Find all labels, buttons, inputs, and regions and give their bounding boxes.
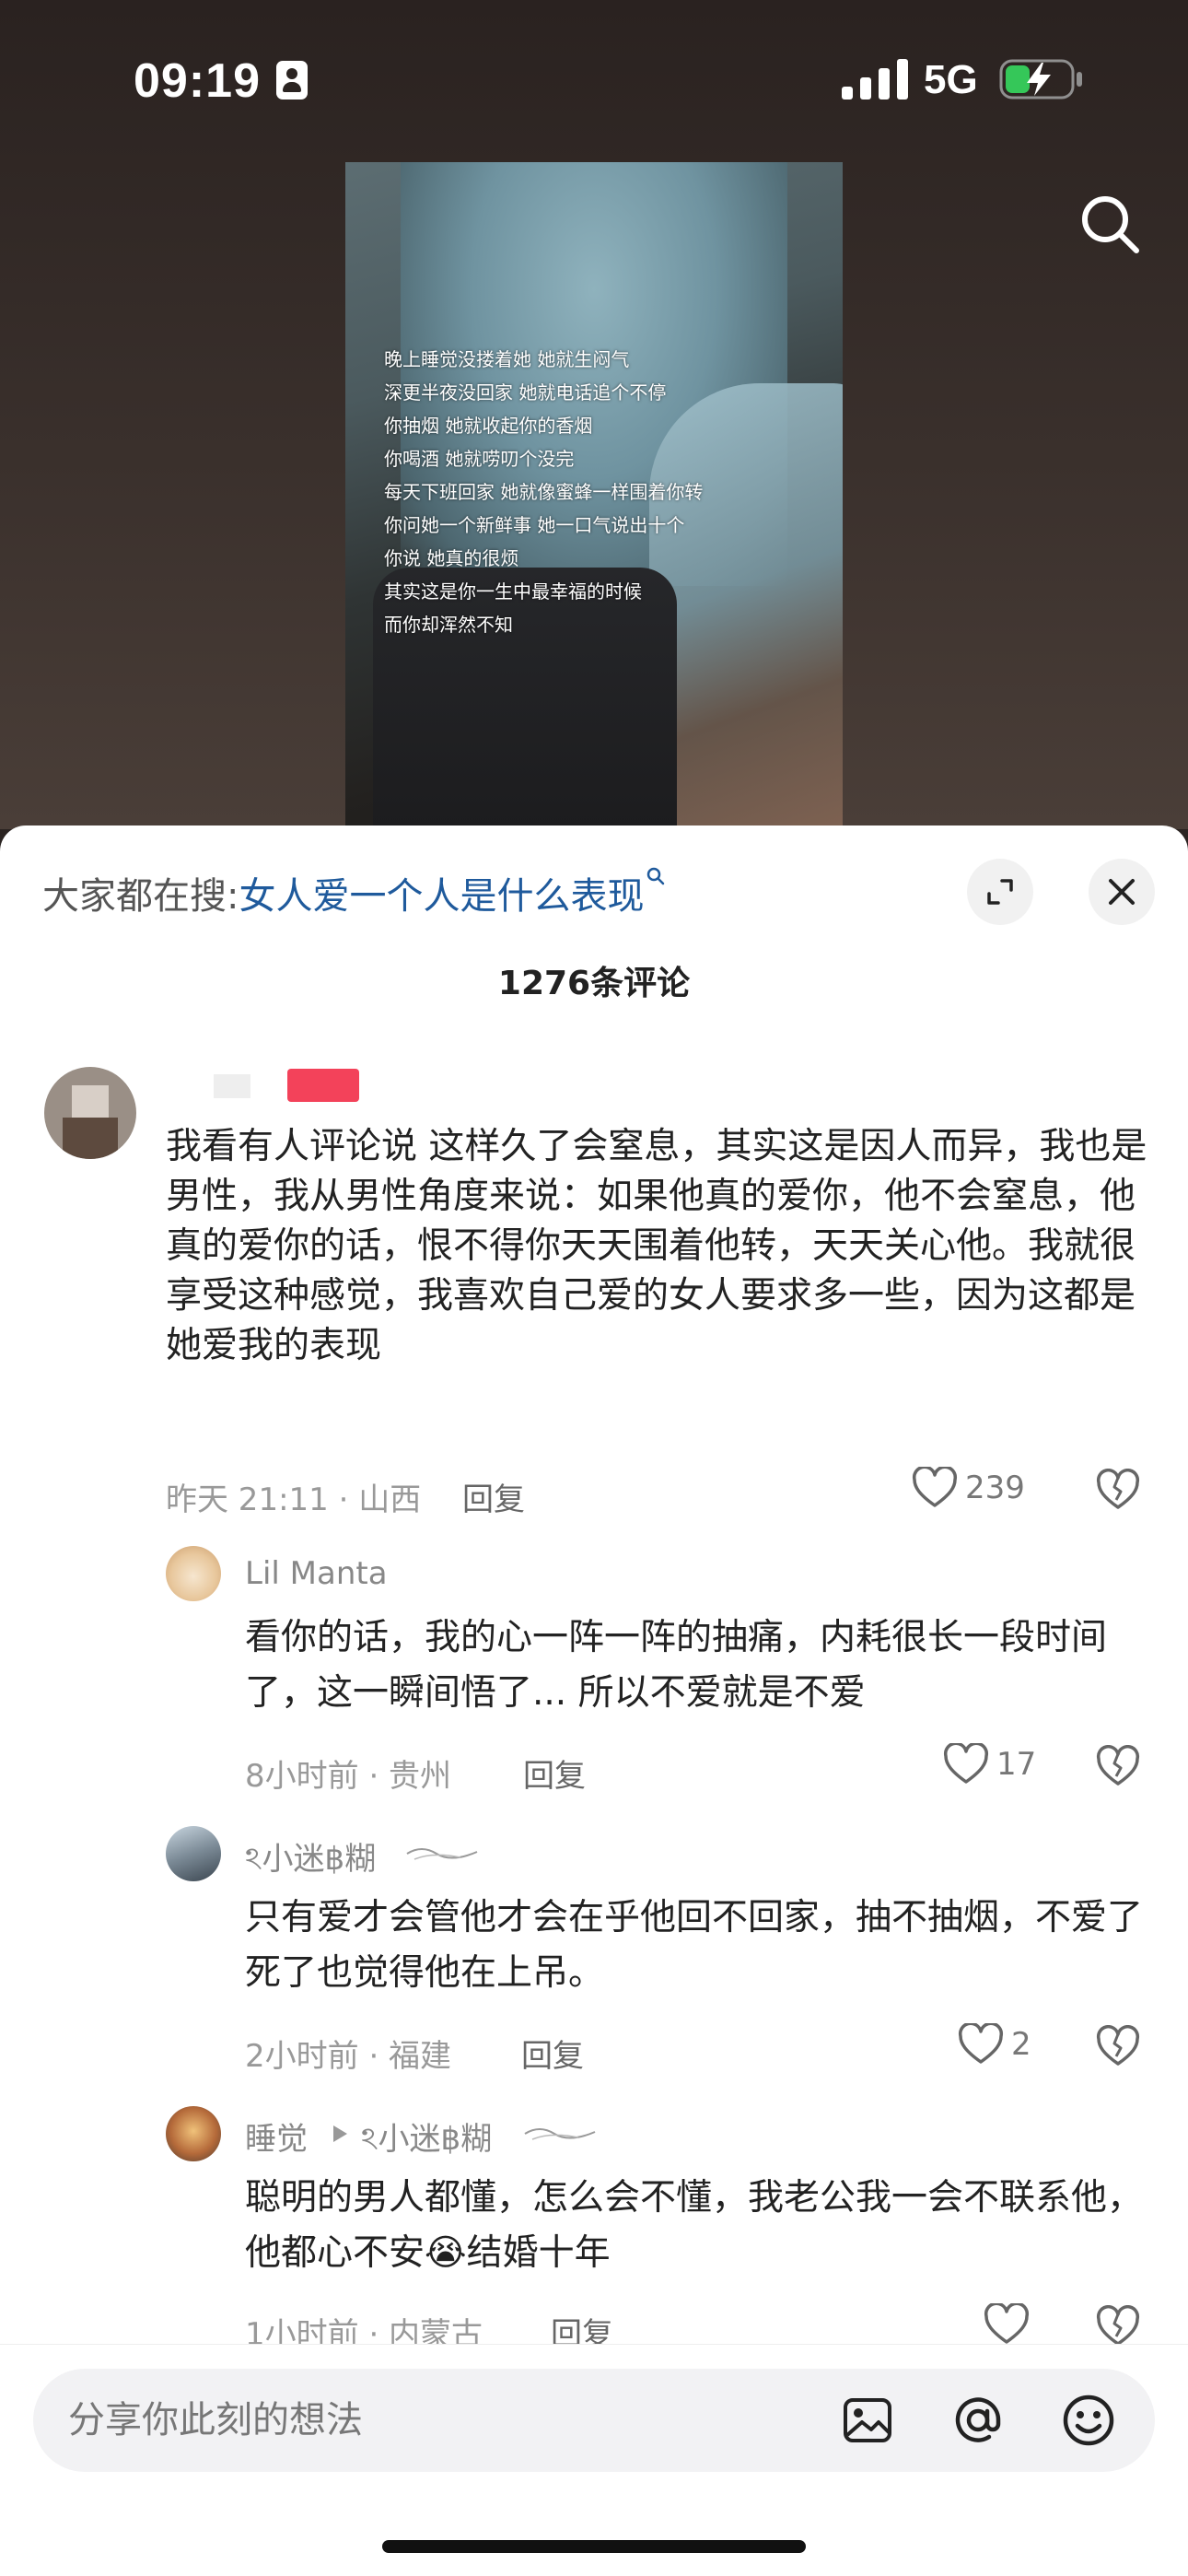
reply-button[interactable]: 回复	[521, 2031, 584, 2076]
small-search-icon	[647, 867, 665, 885]
video-caption-lines: 晚上睡觉没搂着她 她就生闷气 深更半夜没回家 她就电话追个不停 你抽烟 她就收起…	[384, 343, 703, 641]
video-background: 晚上睡觉没搂着她 她就生闷气 深更半夜没回家 她就电话追个不停 你抽烟 她就收起…	[0, 0, 1188, 829]
like-count: 239	[965, 1469, 1025, 1506]
avatar[interactable]	[166, 2106, 221, 2161]
expand-icon	[987, 879, 1013, 905]
caption-line: 你喝酒 她就唠叨个没完	[384, 448, 575, 470]
heart-icon	[984, 2303, 1030, 2344]
search-icon[interactable]	[1077, 192, 1142, 256]
caption-line: 你问她一个新鲜事 她一口气说出十个	[384, 514, 685, 536]
hot-search-prefix: 大家都在搜:	[42, 875, 239, 918]
network-type: 5G	[924, 57, 978, 102]
reply-text[interactable]: 看你的话，我的心一阵一阵的抽痛，内耗很长一段时间了，这一瞬间悟了... 所以不爱…	[245, 1610, 1157, 1721]
decorative-squiggle-icon	[524, 2128, 596, 2140]
comment-input-bar	[0, 2344, 1188, 2576]
decorative-squiggle-icon	[406, 1848, 478, 1860]
heart-icon	[912, 1467, 958, 1507]
hot-search-banner[interactable]: 大家都在搜:女人爱一个人是什么表现	[42, 866, 666, 919]
emoji-icon[interactable]	[1059, 2391, 1118, 2450]
reply-button[interactable]: 回复	[462, 1474, 525, 1519]
pixelated-avatar-block	[72, 1085, 109, 1122]
pixelated-avatar-block	[63, 1118, 118, 1159]
user-badge-redacted	[287, 1069, 359, 1102]
caption-line: 你抽烟 她就收起你的香烟	[384, 415, 593, 437]
mention-at-icon[interactable]	[949, 2391, 1007, 2450]
person-badge-icon	[276, 61, 308, 100]
like-count: 2	[1011, 2026, 1031, 2063]
reply-text[interactable]: 聪明的男人都懂，怎么会不懂，我老公我一会不联系他，他都心不安😭结婚十年	[245, 2171, 1157, 2281]
caption-line: 晚上睡觉没搂着她 她就生闷气	[384, 348, 630, 370]
image-icon[interactable]	[838, 2391, 897, 2450]
reply-username[interactable]: Lil Manta	[245, 1555, 388, 1592]
avatar[interactable]	[166, 1546, 221, 1601]
status-bar: 09:19 5G	[0, 0, 1188, 166]
like-count: 17	[996, 1746, 1037, 1783]
dislike-heart-icon[interactable]	[1096, 2025, 1140, 2069]
comments-panel: 大家都在搜:女人爱一个人是什么表现 1276条评论 我看有人评论说 这样久了会窒…	[0, 825, 1188, 2576]
reply-text[interactable]: 只有爱才会管他才会在乎他回不回家，抽不抽烟，不爱了死了也觉得他在上吊。	[245, 1891, 1157, 2001]
comment-count: 1276条评论	[497, 965, 691, 1002]
avatar[interactable]	[166, 1826, 221, 1881]
avatar[interactable]	[44, 1067, 136, 1159]
close-icon	[1109, 879, 1135, 905]
caption-line: 每天下班回家 她就像蜜蜂一样围着你转	[384, 481, 704, 503]
reply-username[interactable]: ঽ小迷฿糊	[245, 1833, 376, 1888]
dislike-heart-icon[interactable]	[1096, 1745, 1140, 1789]
caption-line: 深更半夜没回家 她就电话追个不停	[384, 381, 667, 404]
status-time: 09:19	[134, 54, 261, 108]
like-button[interactable]: 239	[912, 1467, 1025, 1509]
expand-button[interactable]	[967, 859, 1033, 925]
cellular-signal-icon	[842, 59, 908, 100]
username-redacted[interactable]	[214, 1074, 250, 1098]
home-indicator[interactable]	[382, 2540, 806, 2553]
reply-username[interactable]: 睡觉	[245, 2113, 308, 2159]
dislike-heart-icon[interactable]	[1096, 1469, 1140, 1513]
comment-text[interactable]: 我看有人评论说 这样久了会窒息，其实这是因人而异，我也是男性，我从男性角度来说：…	[166, 1122, 1160, 1371]
reply-meta: 2小时前 · 福建	[245, 2038, 452, 2075]
dislike-heart-icon[interactable]	[1096, 2305, 1140, 2349]
reply-to-username[interactable]: ঽ小迷฿糊	[361, 2113, 492, 2168]
close-button[interactable]	[1089, 859, 1155, 925]
like-button[interactable]	[984, 2303, 1037, 2346]
battery-charging-icon	[999, 59, 1082, 100]
hot-search-query-link[interactable]: 女人爱一个人是什么表现	[239, 875, 644, 918]
video-player[interactable]: 晚上睡觉没搂着她 她就生闷气 深更半夜没回家 她就电话追个不停 你抽烟 她就收起…	[345, 162, 843, 829]
comment-meta: 昨天 21:11 · 山西	[166, 1481, 422, 1518]
caption-line: 而你却浑然不知	[384, 614, 513, 636]
heart-icon	[958, 2023, 1004, 2064]
reply-button[interactable]: 回复	[523, 1751, 586, 1796]
heart-icon	[943, 1743, 989, 1784]
like-button[interactable]: 2	[958, 2023, 1031, 2066]
reply-meta: 8小时前 · 贵州	[245, 1758, 452, 1795]
caption-line: 你说 她真的很烦	[384, 547, 519, 569]
reply-arrow-icon	[333, 2125, 347, 2142]
like-button[interactable]: 17	[943, 1743, 1036, 1786]
caption-line: 其实这是你一生中最幸福的时候	[384, 580, 642, 603]
